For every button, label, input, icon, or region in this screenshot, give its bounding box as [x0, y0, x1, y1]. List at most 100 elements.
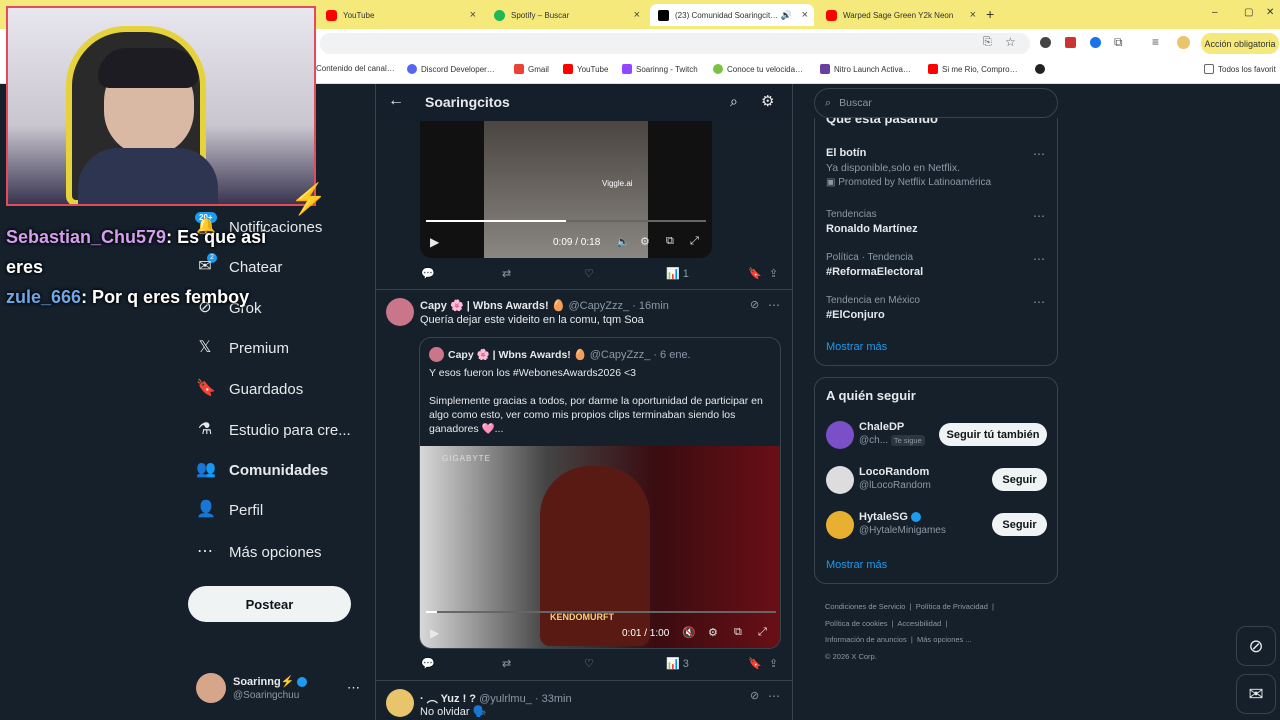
nav-bookmarks[interactable]: 🔖 Guardados: [196, 376, 303, 402]
fullscreen-icon[interactable]: ⤢: [690, 235, 699, 248]
play-icon[interactable]: ▶: [430, 626, 439, 640]
bookmark-item[interactable]: Discord Developer…: [407, 64, 495, 74]
puzzle-icon[interactable]: ⧉: [1114, 35, 1123, 50]
repost-icon[interactable]: ⇄: [502, 657, 511, 670]
nav-communities[interactable]: 👥 Comunidades: [196, 457, 328, 483]
show-more-link[interactable]: Mostrar más: [826, 341, 887, 353]
tweet-time[interactable]: · 33min: [535, 693, 572, 705]
pip-icon[interactable]: ⧉: [666, 235, 674, 248]
minimize-button[interactable]: –: [1212, 7, 1218, 18]
bookmark-item[interactable]: Soarinng - Twitch: [622, 64, 698, 74]
follow-suggestion[interactable]: LocoRandom @lLocoRandom: [859, 466, 931, 491]
bookmark-item[interactable]: Si me Rio, Compro…: [928, 64, 1018, 74]
tweet-time[interactable]: · 16min: [632, 300, 669, 312]
video-progress-track[interactable]: [426, 611, 776, 613]
share-icon[interactable]: ⇪: [769, 657, 778, 670]
avatar[interactable]: [196, 673, 226, 703]
bookmark-item[interactable]: Contenido del canal…: [316, 64, 395, 73]
more-icon[interactable]: ⋯: [768, 689, 781, 703]
maximize-button[interactable]: ▢: [1244, 7, 1253, 18]
account-menu-icon[interactable]: ⋯: [347, 680, 360, 696]
follow-suggestion[interactable]: ChaleDP @ch... Te sigue: [859, 421, 925, 446]
more-icon[interactable]: ⋯: [1033, 209, 1046, 223]
avatar[interactable]: [826, 511, 854, 539]
more-icon[interactable]: ⋯: [1033, 295, 1046, 309]
extension-icon[interactable]: [1040, 37, 1051, 48]
video-player[interactable]: Viggle.ai ▶ 0:09 / 0:18 🔈 ⚙ ⧉ ⤢: [420, 121, 712, 258]
tab-warped-sage[interactable]: Warped Sage Green Y2k Neon ×: [818, 4, 982, 26]
avatar[interactable]: [386, 298, 414, 326]
video-progress-track[interactable]: [426, 220, 706, 222]
close-icon[interactable]: ×: [802, 9, 808, 21]
speaker-icon[interactable]: 🔊: [781, 10, 792, 21]
grok-icon[interactable]: ⊘: [750, 298, 759, 311]
like-icon[interactable]: ♡: [584, 657, 594, 670]
video-player[interactable]: GIGABYTE KENDOMURFT ▶ 0:01 / 1:00 🔇 ⚙ ⧉ …: [420, 446, 780, 648]
tweet-handle[interactable]: @CapyZzz_: [568, 300, 629, 312]
pip-icon[interactable]: ⧉: [734, 626, 742, 639]
nav-more-options[interactable]: ⋯ Más opciones: [196, 539, 322, 565]
search-icon[interactable]: ⌕: [730, 93, 738, 110]
more-icon[interactable]: ⋯: [768, 298, 781, 312]
star-icon[interactable]: ☆: [1005, 35, 1016, 49]
account-name[interactable]: Soarinng⚡: [233, 675, 308, 688]
tab-spotify[interactable]: Spotify – Buscar ×: [486, 4, 646, 26]
back-arrow-icon[interactable]: ←: [388, 92, 404, 110]
bookmark-icon[interactable]: 🔖: [748, 657, 762, 670]
nav-profile[interactable]: 👤 Perfil: [196, 497, 263, 523]
play-icon[interactable]: ▶: [430, 235, 439, 249]
volume-icon[interactable]: 🔈: [616, 235, 630, 248]
trend-item[interactable]: El botín Ya disponible,solo en Netflix. …: [826, 147, 991, 188]
close-icon[interactable]: ×: [634, 9, 640, 21]
follow-button[interactable]: Seguir: [992, 513, 1047, 536]
gear-icon[interactable]: ⚙: [761, 92, 774, 110]
grok-icon[interactable]: ⊘: [750, 689, 759, 702]
tab-x-community[interactable]: (23) Comunidad Soaringcit… 🔊 ×: [650, 4, 814, 26]
fullscreen-icon[interactable]: ⤢: [758, 626, 767, 639]
post-button[interactable]: Postear: [188, 586, 351, 622]
volume-icon[interactable]: 🔇: [682, 626, 696, 639]
tweet-handle[interactable]: @yulrlmu_: [479, 693, 532, 705]
views-button[interactable]: 📊 3: [666, 657, 689, 670]
tweet-author[interactable]: Capy 🌸 | Wbns Awards! 🥚: [420, 300, 565, 312]
more-icon[interactable]: ⋯: [1033, 147, 1046, 161]
avatar[interactable]: [386, 689, 414, 717]
grok-floating-button[interactable]: ⊘: [1236, 626, 1276, 666]
reply-icon[interactable]: 💬: [421, 657, 435, 670]
bookmark-item[interactable]: [1035, 64, 1049, 74]
messages-floating-button[interactable]: ✉: [1236, 674, 1276, 714]
search-input[interactable]: ⌕ Buscar: [814, 88, 1058, 118]
tab-youtube[interactable]: YouTube ×: [318, 4, 482, 26]
avatar[interactable]: [826, 466, 854, 494]
show-more-link[interactable]: Mostrar más: [826, 559, 887, 571]
new-tab-button[interactable]: +: [986, 6, 994, 22]
footer-link[interactable]: Más opciones ...: [917, 635, 972, 644]
repost-icon[interactable]: ⇄: [502, 267, 511, 280]
install-icon[interactable]: ⎘: [983, 36, 992, 49]
menu-icon[interactable]: ≡: [1152, 35, 1159, 49]
follow-suggestion[interactable]: HytaleSG @HytaleMinigames: [859, 511, 946, 536]
share-icon[interactable]: ⇪: [769, 267, 778, 280]
trend-item[interactable]: Política · Tendencia #ReformaElectoral: [826, 252, 923, 278]
trend-item[interactable]: Tendencia en México #ElConjuro: [826, 295, 920, 321]
footer-link[interactable]: Condiciones de Servicio: [825, 602, 905, 611]
footer-link[interactable]: Política de Privacidad: [916, 602, 988, 611]
reply-icon[interactable]: 💬: [421, 267, 435, 280]
close-icon[interactable]: ×: [470, 9, 476, 21]
footer-link[interactable]: Política de cookies: [825, 619, 888, 628]
url-field[interactable]: [320, 33, 1030, 54]
bookmark-icon[interactable]: 🔖: [748, 267, 762, 280]
more-icon[interactable]: ⋯: [1033, 252, 1046, 266]
close-icon[interactable]: ×: [970, 9, 976, 21]
extension-icon[interactable]: [1065, 37, 1076, 48]
views-button[interactable]: 📊 1: [666, 267, 689, 280]
bookmark-item[interactable]: Nitro Launch Activa…: [820, 64, 911, 74]
like-icon[interactable]: ♡: [584, 267, 594, 280]
footer-link[interactable]: Accesibilidad: [897, 619, 941, 628]
action-required-button[interactable]: Acción obligatoria: [1201, 33, 1279, 54]
extension-icon[interactable]: [1090, 37, 1101, 48]
close-window-button[interactable]: ✕: [1266, 7, 1274, 18]
nav-premium[interactable]: 𝕏 Premium: [196, 335, 289, 361]
nav-creator-studio[interactable]: ⚗ Estudio para cre...: [196, 417, 351, 443]
settings-icon[interactable]: ⚙: [708, 626, 718, 639]
